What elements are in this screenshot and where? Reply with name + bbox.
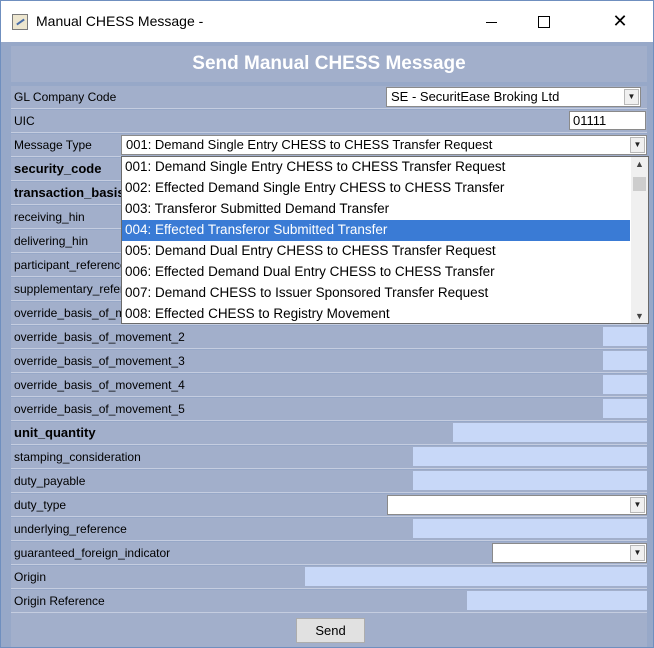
origin-reference-input[interactable] xyxy=(467,591,647,610)
row-underlying-reference: underlying_reference xyxy=(11,518,647,541)
stamping-consideration-input[interactable] xyxy=(413,447,647,466)
guaranteed-foreign-indicator-label: guaranteed_foreign_indicator xyxy=(14,546,171,560)
dropdown-option[interactable]: 005: Demand Dual Entry CHESS to CHESS Tr… xyxy=(122,241,630,262)
footer: Send xyxy=(11,613,647,647)
row-gl-company-code: GL Company Code SE - SecuritEase Broking… xyxy=(11,86,647,109)
message-type-dropdown-list[interactable]: 001: Demand Single Entry CHESS to CHESS … xyxy=(121,156,649,324)
uic-input[interactable]: 01111 xyxy=(569,111,646,130)
row-override-basis-2: override_basis_of_movement_2 xyxy=(11,326,647,349)
row-origin: Origin xyxy=(11,566,647,589)
scroll-up-icon[interactable]: ▲ xyxy=(635,159,644,169)
override-basis-3-label: override_basis_of_movement_3 xyxy=(14,354,185,368)
row-override-basis-5: override_basis_of_movement_5 xyxy=(11,398,647,421)
duty-payable-input[interactable] xyxy=(413,471,647,490)
chevron-down-icon[interactable]: ▼ xyxy=(630,137,645,153)
duty-type-select[interactable]: ▼ xyxy=(387,495,647,515)
override-basis-4-input[interactable] xyxy=(603,375,647,394)
receiving-hin-label: receiving_hin xyxy=(14,210,85,224)
override-basis-4-label: override_basis_of_movement_4 xyxy=(14,378,185,392)
chevron-down-icon[interactable]: ▼ xyxy=(624,89,639,105)
scroll-down-icon[interactable]: ▼ xyxy=(635,311,644,321)
origin-reference-label: Origin Reference xyxy=(14,594,105,608)
row-duty-type: duty_type ▼ xyxy=(11,494,647,517)
message-type-select[interactable]: 001: Demand Single Entry CHESS to CHESS … xyxy=(121,135,647,155)
security-code-label: security_code xyxy=(14,161,102,176)
uic-label: UIC xyxy=(14,114,35,128)
underlying-reference-input[interactable] xyxy=(413,519,647,538)
unit-quantity-label: unit_quantity xyxy=(14,425,96,440)
row-message-type: Message Type 001: Demand Single Entry CH… xyxy=(11,134,647,157)
minimize-button[interactable] xyxy=(468,1,514,42)
duty-type-label: duty_type xyxy=(14,498,67,512)
close-icon: ✕ xyxy=(612,11,628,31)
maximize-button[interactable] xyxy=(521,1,567,42)
chevron-down-icon[interactable]: ▼ xyxy=(630,545,645,561)
send-button[interactable]: Send xyxy=(296,618,365,643)
gl-company-code-value: SE - SecuritEase Broking Ltd xyxy=(391,89,560,104)
app-icon xyxy=(12,14,28,30)
dropdown-option[interactable]: 003: Transferor Submitted Demand Transfe… xyxy=(122,199,630,220)
maximize-icon xyxy=(538,16,550,29)
override-basis-5-input[interactable] xyxy=(603,399,647,418)
row-duty-payable: duty_payable xyxy=(11,470,647,493)
row-override-basis-4: override_basis_of_movement_4 xyxy=(11,374,647,397)
participant-reference-label: participant_reference xyxy=(14,258,127,272)
underlying-reference-label: underlying_reference xyxy=(14,522,127,536)
window-title: Manual CHESS Message - xyxy=(36,13,204,29)
origin-label: Origin xyxy=(14,570,47,584)
override-basis-3-input[interactable] xyxy=(603,351,647,370)
scroll-thumb[interactable] xyxy=(633,177,646,191)
guaranteed-foreign-indicator-select[interactable]: ▼ xyxy=(492,543,647,563)
close-button[interactable]: ✕ xyxy=(597,1,643,42)
origin-input[interactable] xyxy=(305,567,647,586)
dropdown-option[interactable]: 002: Effected Demand Single Entry CHESS … xyxy=(122,178,630,199)
row-guaranteed-foreign-indicator: guaranteed_foreign_indicator ▼ xyxy=(11,542,647,565)
chevron-down-icon[interactable]: ▼ xyxy=(630,497,645,513)
row-unit-quantity: unit_quantity xyxy=(11,422,647,445)
transaction-basis-label: transaction_basis xyxy=(14,185,125,200)
dropdown-option[interactable]: 006: Effected Demand Dual Entry CHESS to… xyxy=(122,262,630,283)
manual-chess-message-window: Manual CHESS Message - ✕ Send Manual CHE… xyxy=(0,0,654,648)
title-bar: Manual CHESS Message - ✕ xyxy=(1,1,653,42)
row-uic: UIC 01111 xyxy=(11,110,647,133)
dropdown-option-highlighted[interactable]: 004: Effected Transferor Submitted Trans… xyxy=(122,220,630,241)
gl-company-code-label: GL Company Code xyxy=(14,90,117,104)
dropdown-option[interactable]: 007: Demand CHESS to Issuer Sponsored Tr… xyxy=(122,283,630,304)
override-basis-5-label: override_basis_of_movement_5 xyxy=(14,402,185,416)
unit-quantity-input[interactable] xyxy=(453,423,647,442)
minimize-icon xyxy=(485,21,497,23)
page-title: Send Manual CHESS Message xyxy=(11,46,647,82)
dropdown-option[interactable]: 001: Demand Single Entry CHESS to CHESS … xyxy=(122,157,630,178)
dropdown-option[interactable]: 008: Effected CHESS to Registry Movement xyxy=(122,304,630,325)
row-origin-reference: Origin Reference xyxy=(11,590,647,613)
gl-company-code-select[interactable]: SE - SecuritEase Broking Ltd ▼ xyxy=(386,87,641,107)
row-override-basis-3: override_basis_of_movement_3 xyxy=(11,350,647,373)
message-type-label: Message Type xyxy=(14,138,92,152)
override-basis-2-label: override_basis_of_movement_2 xyxy=(14,330,185,344)
dropdown-scrollbar[interactable]: ▲ ▼ xyxy=(631,157,648,323)
duty-payable-label: duty_payable xyxy=(14,474,86,488)
message-type-value: 001: Demand Single Entry CHESS to CHESS … xyxy=(126,137,493,152)
row-stamping-consideration: stamping_consideration xyxy=(11,446,647,469)
delivering-hin-label: delivering_hin xyxy=(14,234,89,248)
override-basis-2-input[interactable] xyxy=(603,327,647,346)
stamping-consideration-label: stamping_consideration xyxy=(14,450,141,464)
